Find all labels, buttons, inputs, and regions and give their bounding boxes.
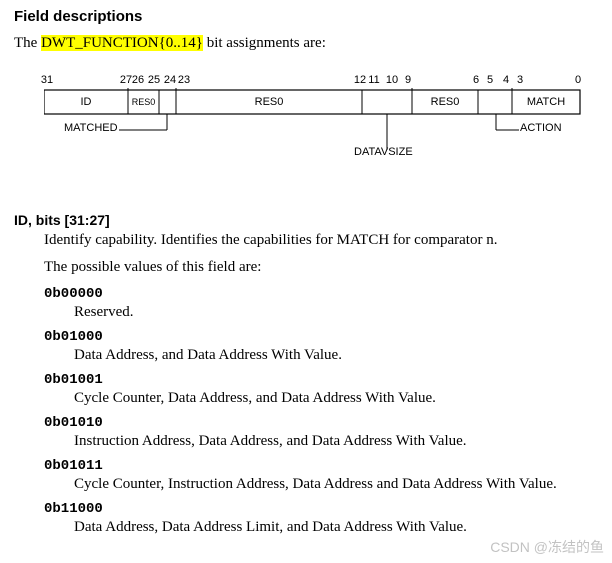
intro-prefix: The — [14, 35, 41, 51]
field-cell-res0-b: RES0 — [176, 90, 362, 114]
bit-num: 9 — [405, 74, 411, 86]
bit-num: 27 — [120, 74, 132, 86]
value-code: 0b01010 — [44, 415, 598, 431]
value-desc: Data Address, Data Address Limit, and Da… — [74, 519, 598, 536]
value-desc: Cycle Counter, Data Address, and Data Ad… — [74, 390, 598, 407]
field-desc-id: Identify capability. Identifies the capa… — [44, 232, 598, 249]
value-desc: Instruction Address, Data Address, and D… — [74, 433, 598, 450]
field-values-intro: The possible values of this field are: — [44, 259, 598, 276]
bit-num: 0 — [575, 74, 581, 86]
bit-num: 6 — [473, 74, 479, 86]
bit-num: 4 — [503, 74, 509, 86]
bit-num: 23 — [178, 74, 190, 86]
intro-highlight: DWT_FUNCTION{0..14} — [41, 35, 203, 51]
field-cell-res0-a: RES0 — [128, 90, 159, 114]
callout-matched: MATCHED — [64, 122, 118, 134]
callout-datavsize: DATAVSIZE — [354, 146, 413, 158]
field-cell-id: ID — [44, 90, 128, 114]
bit-num: 24 — [164, 74, 176, 86]
value-code: 0b01011 — [44, 458, 598, 474]
callout-action: ACTION — [520, 122, 562, 134]
bit-num: 10 — [386, 74, 398, 86]
field-cell-match: MATCH — [512, 90, 580, 114]
bit-num: 5 — [487, 74, 493, 86]
value-desc: Reserved. — [74, 304, 598, 321]
value-code: 0b00000 — [44, 286, 598, 302]
value-desc: Cycle Counter, Instruction Address, Data… — [74, 476, 598, 493]
field-cell-res0-c: RES0 — [412, 90, 478, 114]
intro-suffix: bit assignments are: — [203, 35, 326, 51]
intro-line: The DWT_FUNCTION{0..14} bit assignments … — [14, 35, 598, 52]
bit-num: 3 — [517, 74, 523, 86]
section-heading: Field descriptions — [14, 8, 598, 25]
bit-diagram: 31 27 26 25 24 23 12 11 10 9 6 5 4 3 0 — [44, 74, 584, 184]
value-code: 0b01000 — [44, 329, 598, 345]
value-code: 0b01001 — [44, 372, 598, 388]
bit-num: 25 — [148, 74, 160, 86]
field-title-id: ID, bits [31:27] — [14, 212, 598, 228]
bit-num: 11 — [368, 74, 379, 86]
bit-num: 31 — [41, 74, 53, 86]
bit-num: 12 — [354, 74, 366, 86]
value-desc: Data Address, and Data Address With Valu… — [74, 347, 598, 364]
bit-num: 26 — [132, 74, 144, 86]
watermark: CSDN @冻结的鱼 — [490, 537, 604, 557]
value-code: 0b11000 — [44, 501, 598, 517]
